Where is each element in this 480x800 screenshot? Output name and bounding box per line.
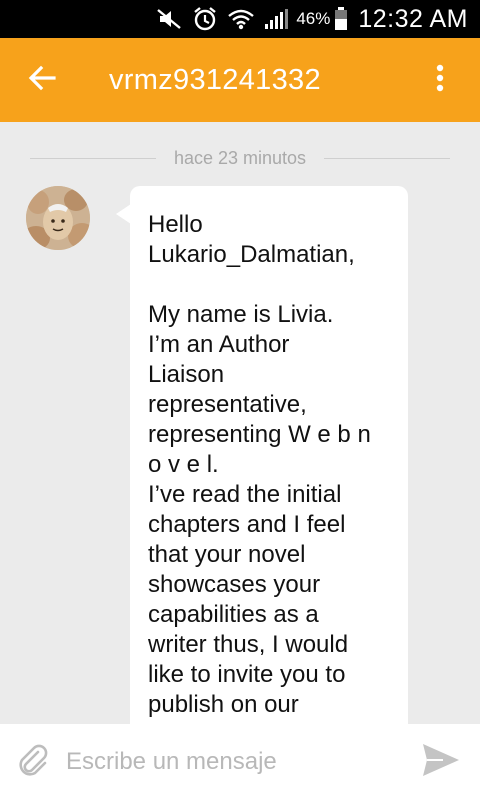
- status-bar: 46% 12:32 AM: [0, 0, 480, 38]
- attach-icon: [16, 743, 50, 782]
- message-composer: [0, 724, 480, 800]
- message-bubble[interactable]: Hello Lukario_Dalmatian, My name is Livi…: [130, 186, 408, 746]
- battery-percent: 46%: [296, 9, 331, 28]
- bubble-tail: [116, 204, 131, 224]
- conversation-title: vrmz931241332: [109, 63, 321, 96]
- overflow-menu-icon: [436, 64, 444, 97]
- divider-line: [324, 157, 450, 159]
- back-arrow-icon: [28, 65, 56, 96]
- app-bar: vrmz931241332: [0, 38, 480, 122]
- wifi-icon: [228, 7, 255, 31]
- back-button[interactable]: [2, 38, 82, 122]
- sender-avatar[interactable]: [26, 186, 90, 250]
- message-text: Hello Lukario_Dalmatian, My name is Livi…: [148, 211, 371, 746]
- send-icon: [421, 742, 461, 783]
- divider-line: [30, 157, 156, 159]
- attach-button[interactable]: [0, 724, 66, 800]
- signal-icon: [264, 8, 289, 30]
- message-timestamp: hace 23 minutos: [173, 147, 307, 168]
- send-button[interactable]: [416, 740, 466, 784]
- message-input[interactable]: [66, 737, 396, 787]
- overflow-menu-button[interactable]: [420, 60, 460, 100]
- clock: 12:32 AM: [358, 4, 468, 33]
- timestamp-divider: hace 23 minutos: [30, 146, 450, 170]
- mute-icon: [156, 8, 182, 30]
- alarm-icon: [192, 6, 218, 32]
- battery-icon: [334, 7, 348, 31]
